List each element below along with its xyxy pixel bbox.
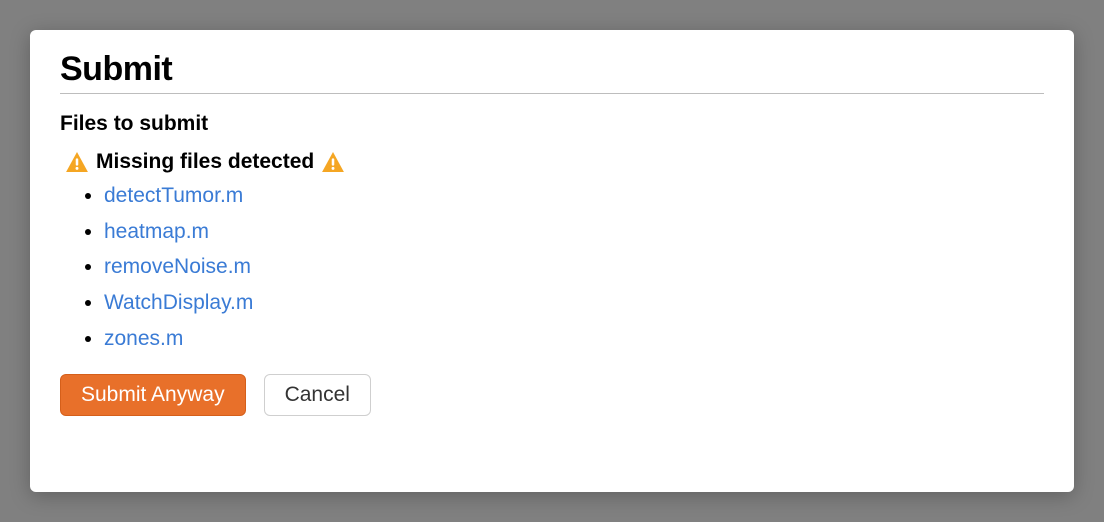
files-subheading: Files to submit — [60, 112, 1044, 136]
cancel-button[interactable]: Cancel — [264, 374, 371, 416]
missing-files-warning: Missing files detected — [66, 150, 1044, 174]
list-item: WatchDisplay.m — [104, 285, 1044, 321]
warning-icon — [322, 152, 344, 172]
list-item: detectTumor.m — [104, 178, 1044, 214]
list-item: heatmap.m — [104, 214, 1044, 250]
list-item: zones.m — [104, 321, 1044, 357]
file-link[interactable]: zones.m — [104, 327, 183, 350]
missing-file-list: detectTumor.m heatmap.m removeNoise.m Wa… — [104, 178, 1044, 356]
warning-icon — [66, 152, 88, 172]
file-link[interactable]: WatchDisplay.m — [104, 291, 253, 314]
file-link[interactable]: heatmap.m — [104, 220, 209, 243]
modal-title: Submit — [60, 50, 1044, 94]
submit-anyway-button[interactable]: Submit Anyway — [60, 374, 246, 416]
modal-backdrop: Submit Files to submit Missing files det… — [0, 0, 1104, 522]
submit-modal: Submit Files to submit Missing files det… — [30, 30, 1074, 492]
file-link[interactable]: removeNoise.m — [104, 255, 251, 278]
warning-text: Missing files detected — [96, 150, 314, 174]
button-row: Submit Anyway Cancel — [60, 374, 1044, 416]
list-item: removeNoise.m — [104, 249, 1044, 285]
file-link[interactable]: detectTumor.m — [104, 184, 243, 207]
